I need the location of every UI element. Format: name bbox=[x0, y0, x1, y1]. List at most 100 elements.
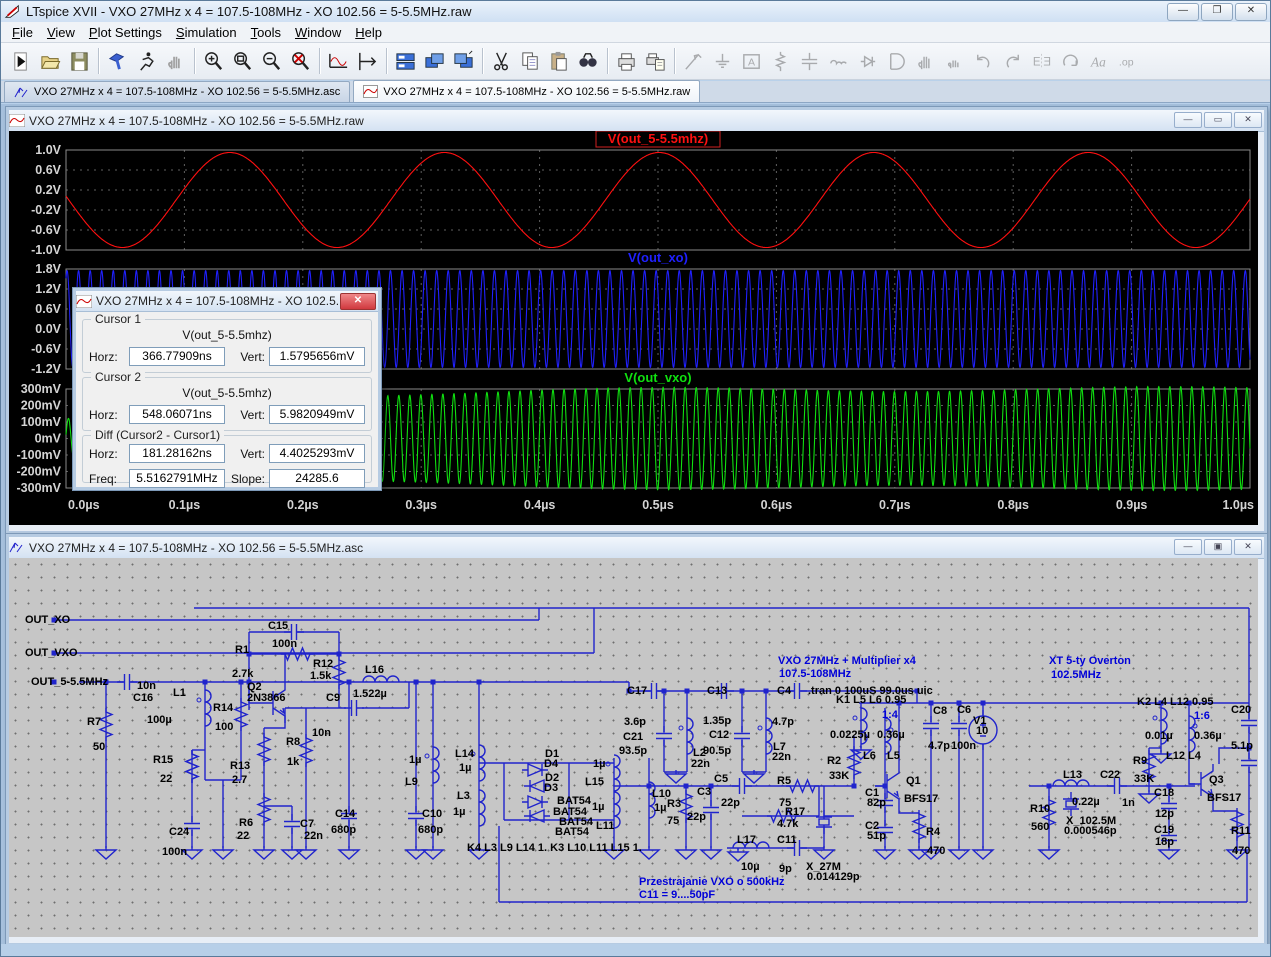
diode-icon[interactable] bbox=[853, 46, 882, 76]
plot-close-button[interactable]: ✕ bbox=[1234, 112, 1262, 128]
redo-icon[interactable] bbox=[998, 46, 1027, 76]
label-icon[interactable]: A bbox=[737, 46, 766, 76]
cursor1-vert-value[interactable]: 1.5795656mV bbox=[269, 347, 365, 366]
svg-text:0.8µs: 0.8µs bbox=[997, 498, 1029, 512]
cursor2-vert-label: Vert: bbox=[240, 407, 265, 422]
diff-freq-value[interactable]: 5.5162791MHz bbox=[129, 469, 225, 488]
schem-maximize-button[interactable]: ▣ bbox=[1204, 539, 1232, 555]
copy-icon[interactable] bbox=[516, 46, 545, 76]
schematic-label: 33K bbox=[829, 770, 850, 782]
zoom-box-icon[interactable] bbox=[228, 46, 257, 76]
schematic-label: 100n bbox=[951, 740, 977, 752]
schematic-window-titlebar: VXO 27MHz x 4 = 107.5-108MHz - XO 102.56… bbox=[9, 537, 1264, 559]
cursor2-horz-value[interactable]: 548.06071ns bbox=[129, 405, 225, 424]
zoom-in-icon[interactable] bbox=[199, 46, 228, 76]
schematic-label: 22p bbox=[721, 797, 740, 809]
cursor2-vert-value[interactable]: 5.9820949mV bbox=[269, 405, 365, 424]
svg-text:-100mV: -100mV bbox=[17, 448, 62, 462]
diff-vert-value[interactable]: 4.4025293mV bbox=[269, 444, 365, 463]
schematic-label: 1:4 bbox=[882, 709, 898, 721]
undo-icon[interactable] bbox=[969, 46, 998, 76]
schematic-label: 50 bbox=[93, 741, 106, 753]
schematic-label: 1.522µ bbox=[353, 688, 387, 700]
schematic-label: BFS17 bbox=[904, 793, 939, 805]
plot-maximize-button[interactable]: ▭ bbox=[1204, 112, 1232, 128]
svg-text:-200mV: -200mV bbox=[17, 465, 62, 479]
menu-file[interactable]: File bbox=[5, 23, 40, 42]
inductor-icon[interactable] bbox=[824, 46, 853, 76]
paste-icon[interactable] bbox=[545, 46, 574, 76]
spice-directive-icon[interactable]: .op bbox=[1114, 46, 1143, 76]
schematic-label: 100 bbox=[215, 721, 234, 733]
cursor1-horz-value[interactable]: 366.77909ns bbox=[129, 347, 225, 366]
schem-minimize-button[interactable]: — bbox=[1174, 539, 1202, 555]
schematic-canvas[interactable]: OUT_XO OUT_VXO OUT_5-5.5MHz 10n C16 L1 100µ R7 5… bbox=[9, 558, 1258, 937]
schematic-label: C20 bbox=[1231, 704, 1252, 716]
tab-waveform[interactable]: VXO 27MHz x 4 = 107.5-108MHz - XO 102.56… bbox=[353, 80, 701, 102]
schematic-label: 5.1p bbox=[1231, 740, 1254, 752]
save-icon[interactable] bbox=[65, 46, 94, 76]
run-icon[interactable] bbox=[7, 46, 36, 76]
menu-plot-settings[interactable]: Plot Settings bbox=[82, 23, 169, 42]
schematic-label: R7 bbox=[87, 716, 102, 728]
schematic-label: L5 bbox=[887, 750, 900, 762]
control-panel-icon[interactable] bbox=[103, 46, 132, 76]
plot-limits-icon[interactable] bbox=[353, 46, 382, 76]
pause-hand-icon[interactable] bbox=[161, 46, 190, 76]
mirror-icon[interactable]: EƎ bbox=[1027, 46, 1056, 76]
print-preview-icon[interactable] bbox=[641, 46, 670, 76]
cascade-icon[interactable] bbox=[420, 46, 449, 76]
diff-horz-value[interactable]: 181.28162ns bbox=[129, 444, 225, 463]
schematic-label: 1.35p bbox=[703, 715, 732, 727]
halt-icon[interactable] bbox=[132, 46, 161, 76]
schematic-label: 0.000546p bbox=[1064, 825, 1117, 837]
zoom-out-icon[interactable] bbox=[257, 46, 286, 76]
move-hand-icon[interactable] bbox=[911, 46, 940, 76]
zoom-full-icon[interactable] bbox=[286, 46, 315, 76]
svg-text:-300mV: -300mV bbox=[17, 481, 62, 495]
capacitor-icon[interactable] bbox=[795, 46, 824, 76]
rotate-icon[interactable] bbox=[1056, 46, 1085, 76]
schematic-label: L15 bbox=[585, 776, 604, 788]
schematic-label: K2 L4 L12 0.95 bbox=[1137, 696, 1214, 708]
svg-text:V(out_xo): V(out_xo) bbox=[628, 250, 688, 265]
text-icon[interactable]: Aa bbox=[1085, 46, 1114, 76]
mdi-area: VXO 27MHz x 4 = 107.5-108MHz - XO 102.56… bbox=[1, 104, 1270, 956]
menu-tools[interactable]: Tools bbox=[244, 23, 288, 42]
component-icon[interactable] bbox=[882, 46, 911, 76]
wire-icon[interactable] bbox=[679, 46, 708, 76]
close-button[interactable]: ✕ bbox=[1235, 3, 1267, 21]
menu-simulation[interactable]: Simulation bbox=[169, 23, 244, 42]
cursor-dialog[interactable]: VXO 27MHz x 4 = 107.5-108MHz - XO 102.5.… bbox=[72, 287, 382, 491]
print-icon[interactable] bbox=[612, 46, 641, 76]
schematic-label: 82p bbox=[867, 797, 886, 809]
schematic-label: C13 bbox=[707, 685, 728, 697]
menu-view[interactable]: View bbox=[40, 23, 82, 42]
tab-schematic[interactable]: VXO 27MHz x 4 = 107.5-108MHz - XO 102.56… bbox=[4, 81, 351, 102]
cursor1-group: Cursor 1 V(out_5-5.5mhz) Horz: 366.77909… bbox=[82, 312, 372, 373]
svg-text:-0.2V: -0.2V bbox=[31, 203, 62, 217]
waveform-window-title: VXO 27MHz x 4 = 107.5-108MHz - XO 102.56… bbox=[29, 113, 364, 128]
find-icon[interactable] bbox=[574, 46, 603, 76]
diff-slope-value[interactable]: 24285.6 bbox=[269, 469, 365, 488]
cascade-back-icon[interactable] bbox=[449, 46, 478, 76]
svg-text:0mV: 0mV bbox=[35, 432, 62, 446]
autorange-icon[interactable] bbox=[324, 46, 353, 76]
drag-hand-icon[interactable] bbox=[940, 46, 969, 76]
cut-icon[interactable] bbox=[487, 46, 516, 76]
cursor-dialog-close-button[interactable]: ✕ bbox=[340, 293, 376, 310]
schem-close-button[interactable]: ✕ bbox=[1234, 539, 1262, 555]
resistor-icon[interactable] bbox=[766, 46, 795, 76]
tile-horizontal-icon[interactable] bbox=[391, 46, 420, 76]
schematic-label: 100n bbox=[162, 846, 188, 858]
open-icon[interactable] bbox=[36, 46, 65, 76]
schematic-label: R2 bbox=[827, 755, 842, 767]
minimize-button[interactable]: — bbox=[1167, 3, 1199, 21]
menu-window[interactable]: Window bbox=[288, 23, 348, 42]
ground-icon[interactable] bbox=[708, 46, 737, 76]
schematic-label: 10 bbox=[976, 725, 989, 737]
restore-button[interactable]: ❐ bbox=[1201, 3, 1233, 21]
schematic-label: R11 bbox=[1231, 825, 1251, 837]
plot-minimize-button[interactable]: — bbox=[1174, 112, 1202, 128]
menu-help[interactable]: Help bbox=[348, 23, 389, 42]
